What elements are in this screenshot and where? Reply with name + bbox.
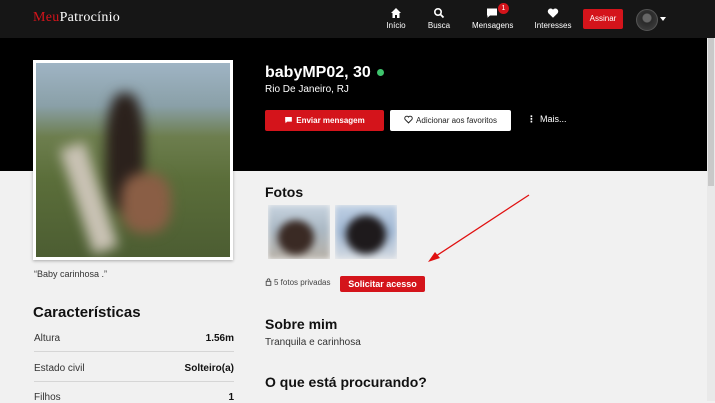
characteristic-label: Estado civil	[34, 363, 85, 374]
characteristic-row: Estado civil Solteiro(a)	[34, 363, 234, 374]
message-count-badge: 1	[498, 3, 509, 14]
characteristic-row: Filhos 1	[34, 392, 234, 403]
nav-label: Busca	[427, 21, 451, 30]
profile-name-age: babyMP02, 30	[265, 64, 371, 81]
photo-thumbnail[interactable]	[335, 205, 397, 259]
nav-inicio[interactable]: Início	[383, 6, 409, 34]
send-message-label: Enviar mensagem	[296, 116, 365, 125]
characteristic-label: Altura	[34, 333, 61, 344]
subscribe-button[interactable]: Assinar	[583, 9, 623, 29]
nav-label: Início	[386, 21, 406, 30]
chat-icon	[285, 117, 293, 124]
heart-outline-icon	[404, 115, 413, 124]
nav-busca[interactable]: Busca	[426, 6, 452, 34]
characteristic-label: Filhos	[34, 392, 61, 403]
more-label: Mais...	[540, 114, 567, 124]
page-scrollbar[interactable]	[707, 38, 715, 401]
characteristic-value: Solteiro(a)	[184, 363, 234, 374]
heart-icon	[547, 8, 559, 18]
nav-mensagens[interactable]: 1 Mensagens	[472, 3, 514, 34]
characteristic-value: 1	[228, 392, 234, 403]
nav-interesses[interactable]: Interesses	[534, 6, 572, 34]
add-favorite-button[interactable]: Adicionar aos favoritos	[390, 110, 511, 131]
chevron-down-icon[interactable]	[660, 17, 666, 21]
user-avatar[interactable]	[636, 9, 658, 31]
home-icon	[391, 8, 401, 18]
request-access-button[interactable]: Solicitar acesso	[340, 276, 425, 292]
about-text: Tranquila e carinhosa	[265, 337, 361, 348]
profile-location: Rio De Janeiro, RJ	[265, 84, 349, 95]
divider	[34, 381, 234, 382]
send-message-button[interactable]: Enviar mensagem	[265, 110, 384, 131]
vertical-dots-icon: ⋮	[527, 114, 536, 124]
lock-icon	[265, 278, 272, 286]
divider	[34, 351, 234, 352]
more-options-button[interactable]: ⋮ Mais...	[527, 114, 567, 125]
photos-title: Fotos	[265, 184, 304, 200]
looking-for-title: O que está procurando?	[265, 374, 427, 390]
photo-thumbnail[interactable]	[268, 205, 330, 259]
characteristic-value: 1.56m	[205, 333, 234, 344]
search-icon	[433, 7, 445, 19]
private-photos-info: 5 fotos privadas	[265, 278, 330, 287]
nav-label: Mensagens	[472, 21, 514, 30]
about-title: Sobre mim	[265, 316, 338, 332]
characteristics-title: Características	[33, 304, 141, 321]
profile-caption: “Baby carinhosa .”	[34, 269, 108, 279]
private-photos-count: 5 fotos privadas	[274, 278, 331, 287]
logo-part-1: Meu	[33, 10, 60, 25]
profile-photo[interactable]	[33, 60, 233, 260]
top-navbar: MeuPatrocínio Início Busca 1 Mensagens I…	[0, 0, 715, 38]
chat-icon	[487, 8, 497, 18]
scrollbar-thumb[interactable]	[708, 38, 714, 186]
site-logo[interactable]: MeuPatrocínio	[33, 10, 120, 26]
characteristic-row: Altura 1.56m	[34, 333, 234, 344]
nav-label: Interesses	[534, 21, 572, 30]
online-status-indicator	[377, 69, 384, 76]
profile-photo-image	[36, 63, 230, 257]
logo-part-2: Patrocínio	[59, 10, 121, 25]
add-favorite-label: Adicionar aos favoritos	[416, 116, 497, 125]
